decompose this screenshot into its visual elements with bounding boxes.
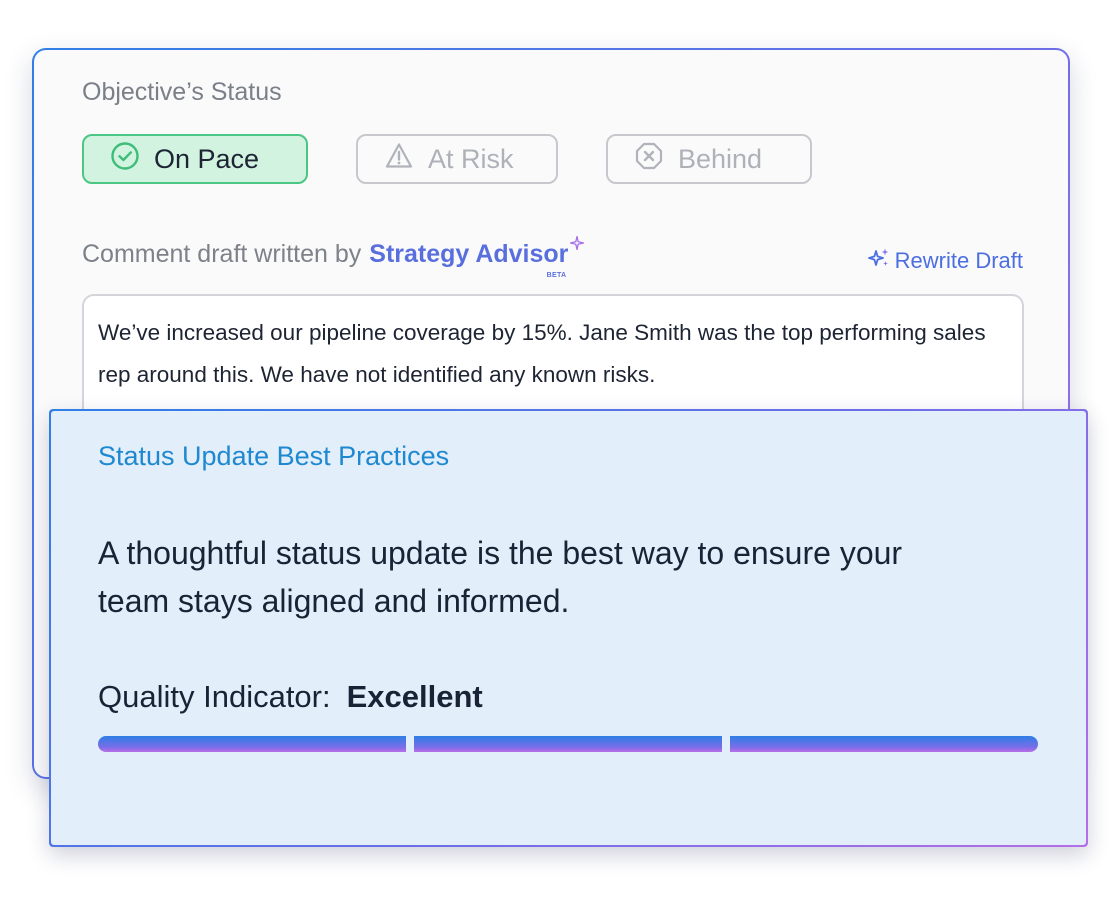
quality-indicator-value: Excellent bbox=[346, 679, 483, 714]
objective-status-heading: Objective’s Status bbox=[82, 78, 282, 106]
comment-draft-attribution: Comment draft written by Strategy Adviso… bbox=[82, 235, 585, 279]
rewrite-draft-label: Rewrite Draft bbox=[894, 248, 1023, 273]
strategy-advisor-link[interactable]: Strategy Advisor BETA bbox=[369, 235, 585, 279]
behind-button[interactable]: Behind bbox=[606, 134, 812, 184]
strategy-advisor-name: Strategy Advisor bbox=[369, 240, 569, 268]
best-practices-panel: Status Update Best Practices A thoughtfu… bbox=[49, 409, 1088, 847]
quality-meter bbox=[98, 736, 1038, 752]
quality-meter-segment bbox=[414, 736, 722, 752]
rewrite-draft-button[interactable]: Rewrite Draft bbox=[867, 246, 1023, 276]
x-octagon-icon bbox=[634, 141, 664, 178]
sparkle-icon bbox=[570, 228, 585, 257]
comment-draft-prefix: Comment draft written by bbox=[82, 240, 362, 268]
behind-label: Behind bbox=[678, 143, 763, 174]
quality-indicator-label: Quality Indicator: bbox=[98, 679, 331, 714]
at-risk-label: At Risk bbox=[428, 143, 514, 174]
quality-meter-segment bbox=[98, 736, 406, 752]
check-circle-icon bbox=[110, 141, 140, 178]
on-pace-label: On Pace bbox=[154, 143, 260, 174]
sparkles-icon bbox=[867, 246, 891, 276]
best-practices-panel-body: Status Update Best Practices A thoughtfu… bbox=[51, 411, 1086, 845]
warning-triangle-icon bbox=[384, 141, 414, 178]
beta-badge: BETA bbox=[546, 272, 567, 279]
on-pace-button[interactable]: On Pace bbox=[82, 134, 308, 184]
quality-meter-segment bbox=[730, 736, 1038, 752]
quality-indicator: Quality Indicator: Excellent bbox=[98, 679, 483, 715]
at-risk-button[interactable]: At Risk bbox=[356, 134, 558, 184]
best-practices-title: Status Update Best Practices bbox=[98, 441, 450, 471]
best-practices-message: A thoughtful status update is the best w… bbox=[98, 535, 903, 619]
